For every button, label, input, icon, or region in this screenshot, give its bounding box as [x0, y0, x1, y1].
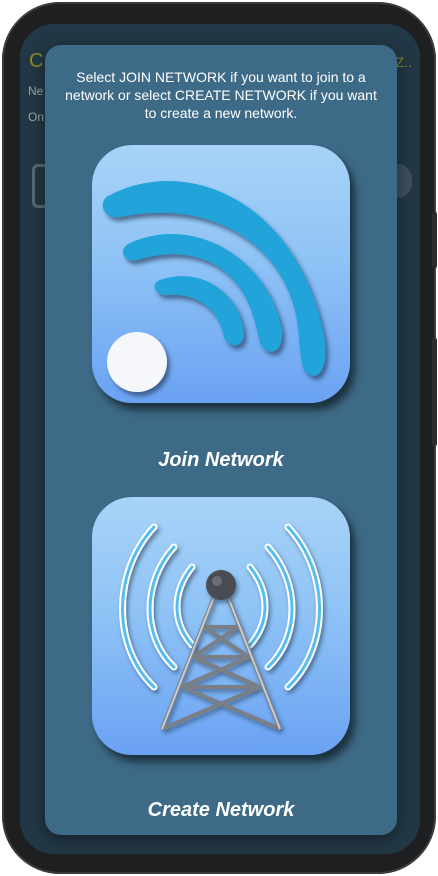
phone-frame: C Z.. Ne On Select JOIN NETWORK if you w… [2, 2, 437, 874]
dialog-instruction: Select JOIN NETWORK if you want to join … [65, 69, 377, 121]
background-app-line: On [28, 110, 45, 124]
join-network-label[interactable]: Join Network [45, 449, 397, 472]
create-network-label[interactable]: Create Network [45, 799, 397, 822]
background-app-title-right: Z.. [395, 54, 412, 70]
radio-tower-icon [119, 523, 323, 731]
create-network-button[interactable] [92, 497, 350, 755]
power-button [432, 338, 437, 446]
background-app-line: Ne [28, 84, 44, 98]
join-network-button[interactable] [92, 145, 350, 403]
background-app-title: C [29, 50, 44, 72]
volume-button [432, 212, 437, 268]
phone-screen: C Z.. Ne On Select JOIN NETWORK if you w… [20, 24, 420, 854]
network-choice-dialog: Select JOIN NETWORK if you want to join … [45, 45, 397, 835]
wifi-signal-icon [102, 180, 326, 392]
